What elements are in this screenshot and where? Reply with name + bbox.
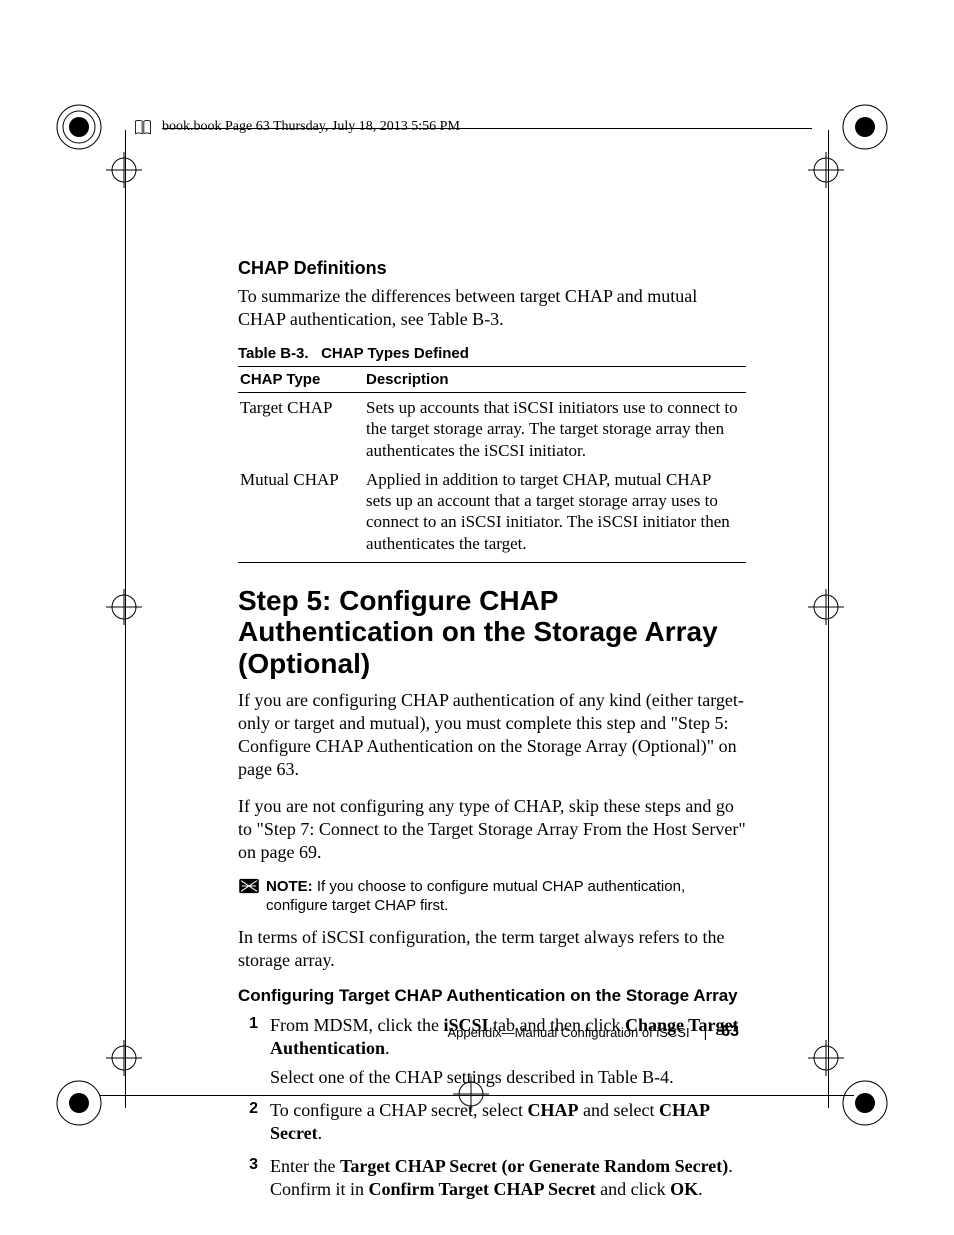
- step1-line2: Select one of the CHAP settings describe…: [270, 1066, 746, 1089]
- note-text: NOTE: If you choose to configure mutual …: [266, 878, 746, 916]
- printer-mark-icon: [54, 102, 114, 162]
- step5-para3: In terms of iSCSI configuration, the ter…: [238, 926, 746, 972]
- table-header-type: CHAP Type: [238, 367, 364, 393]
- printer-mark-icon: [106, 152, 146, 192]
- step5-para1: If you are configuring CHAP authenticati…: [238, 689, 746, 781]
- note-block: NOTE: If you choose to configure mutual …: [238, 878, 746, 916]
- chap-definitions-para: To summarize the differences between tar…: [238, 285, 746, 331]
- note-label: NOTE:: [266, 878, 313, 895]
- step-body: To configure a CHAP secret, select CHAP …: [270, 1099, 746, 1145]
- printer-mark-icon: [840, 102, 900, 162]
- step5-para2: If you are not configuring any type of C…: [238, 795, 746, 864]
- table-row: Mutual CHAP Applied in addition to targe…: [238, 465, 746, 563]
- chap-definitions-heading: CHAP Definitions: [238, 258, 746, 279]
- cell-desc: Applied in addition to target CHAP, mutu…: [364, 465, 746, 563]
- table-caption: Table B-3. CHAP Types Defined: [238, 345, 746, 362]
- step-number: 2: [238, 1099, 258, 1145]
- printer-mark-icon: [106, 589, 146, 629]
- table-caption-prefix: Table B-3.: [238, 345, 309, 362]
- footer-appendix: Appendix—Manual Configuration of iSCSI: [447, 1025, 689, 1040]
- step5-heading: Step 5: Configure CHAP Authentication on…: [238, 585, 746, 679]
- printer-mark-icon: [840, 1078, 900, 1138]
- cell-type: Target CHAP: [238, 393, 364, 465]
- list-item: 3 Enter the Target CHAP Secret (or Gener…: [238, 1155, 746, 1201]
- note-body: If you choose to configure mutual CHAP a…: [266, 878, 685, 914]
- book-icon: [132, 116, 154, 138]
- page-header: book.book Page 63 Thursday, July 18, 201…: [132, 116, 460, 138]
- config-target-heading: Configuring Target CHAP Authentication o…: [238, 986, 746, 1006]
- table-row: Target CHAP Sets up accounts that iSCSI …: [238, 393, 746, 465]
- page-header-text: book.book Page 63 Thursday, July 18, 201…: [162, 119, 460, 135]
- printer-mark-icon: [54, 1078, 114, 1138]
- printer-mark-icon: [453, 1076, 493, 1116]
- step-number: 3: [238, 1155, 258, 1201]
- cell-desc: Sets up accounts that iSCSI initiators u…: [364, 393, 746, 465]
- crop-line: [125, 130, 126, 1108]
- cell-type: Mutual CHAP: [238, 465, 364, 563]
- page-content: CHAP Definitions To summarize the differ…: [238, 258, 746, 1211]
- table-caption-title: CHAP Types Defined: [321, 345, 469, 362]
- table-header-desc: Description: [364, 367, 746, 393]
- note-icon: [238, 878, 260, 894]
- header-rule: [162, 128, 812, 129]
- footer-page-number: 63: [721, 1023, 739, 1041]
- chap-types-table: CHAP Type Description Target CHAP Sets u…: [238, 366, 746, 563]
- footer-separator: |: [704, 1024, 708, 1040]
- page-footer: Appendix—Manual Configuration of iSCSI |…: [447, 1023, 739, 1041]
- printer-mark-icon: [106, 1040, 146, 1080]
- crop-line: [828, 130, 829, 1108]
- step-number: 1: [238, 1014, 258, 1089]
- crop-line: [100, 1095, 854, 1096]
- step-body: Enter the Target CHAP Secret (or Generat…: [270, 1155, 746, 1201]
